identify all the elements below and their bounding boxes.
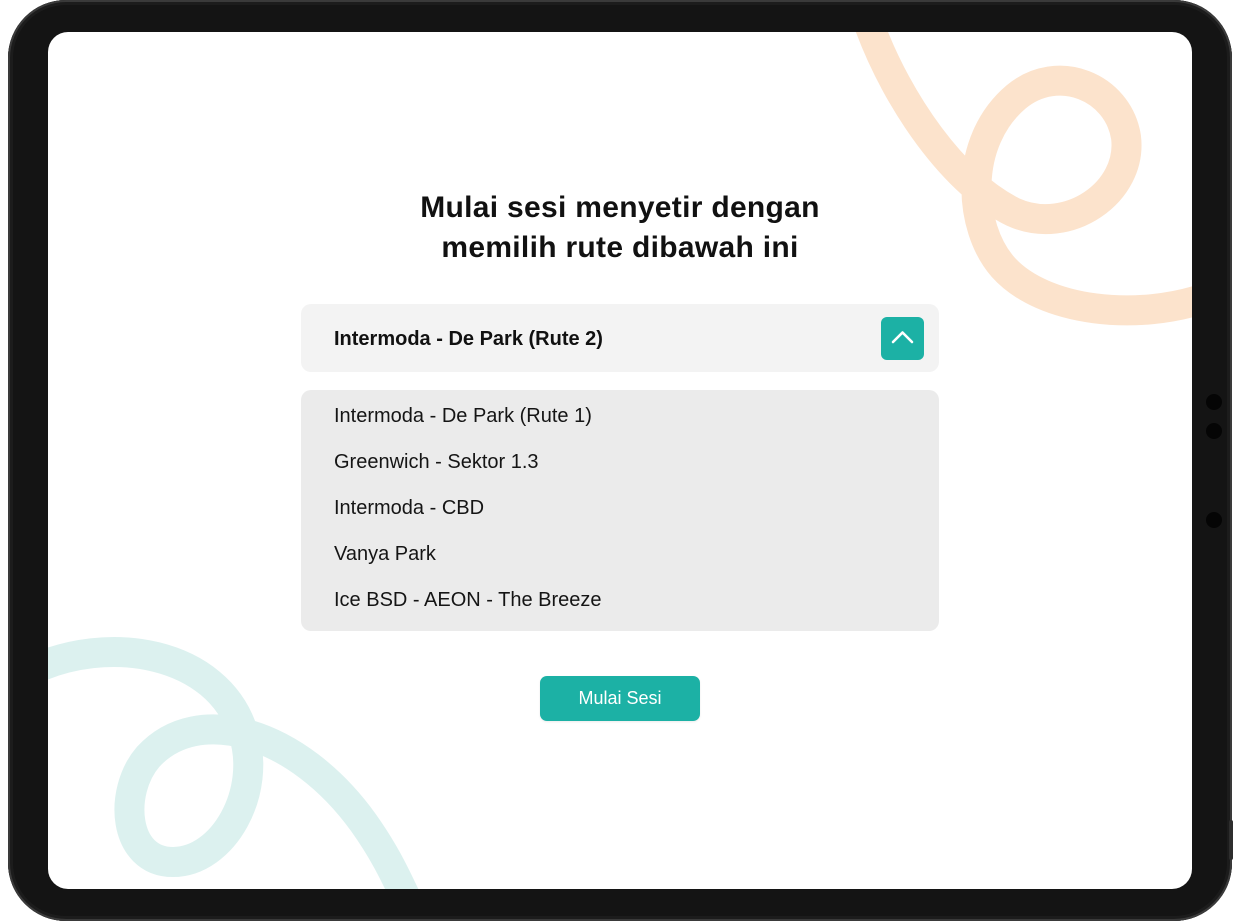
route-options-list: Intermoda - De Park (Rute 1) Greenwich -…	[301, 390, 939, 631]
orange-squiggle	[855, 32, 1192, 326]
route-option[interactable]: Intermoda - CBD	[334, 493, 484, 523]
chevron-up-icon	[891, 331, 914, 344]
app-screen: Mulai sesi menyetir dengan memilih rute …	[48, 32, 1192, 889]
camera-dot	[1206, 394, 1222, 410]
page-title-line-2: memilih rute dibawah ini	[441, 231, 799, 264]
start-session-button[interactable]: Mulai Sesi	[540, 676, 700, 721]
camera-dot	[1206, 423, 1222, 439]
collapse-toggle-button[interactable]	[881, 317, 924, 360]
teal-squiggle	[48, 637, 419, 889]
page-title: Mulai sesi menyetir dengan memilih rute …	[48, 188, 1192, 268]
page-title-line-1: Mulai sesi menyetir dengan	[420, 191, 820, 224]
route-option[interactable]: Vanya Park	[334, 539, 436, 569]
route-select-value: Intermoda - De Park (Rute 2)	[334, 328, 603, 350]
route-option[interactable]: Intermoda - De Park (Rute 1)	[334, 401, 592, 431]
route-option[interactable]: Ice BSD - AEON - The Breeze	[334, 585, 602, 615]
route-select[interactable]: Intermoda - De Park (Rute 2)	[301, 304, 939, 372]
route-option[interactable]: Greenwich - Sektor 1.3	[334, 447, 539, 477]
power-button	[1229, 820, 1233, 860]
camera-dot	[1206, 512, 1222, 528]
